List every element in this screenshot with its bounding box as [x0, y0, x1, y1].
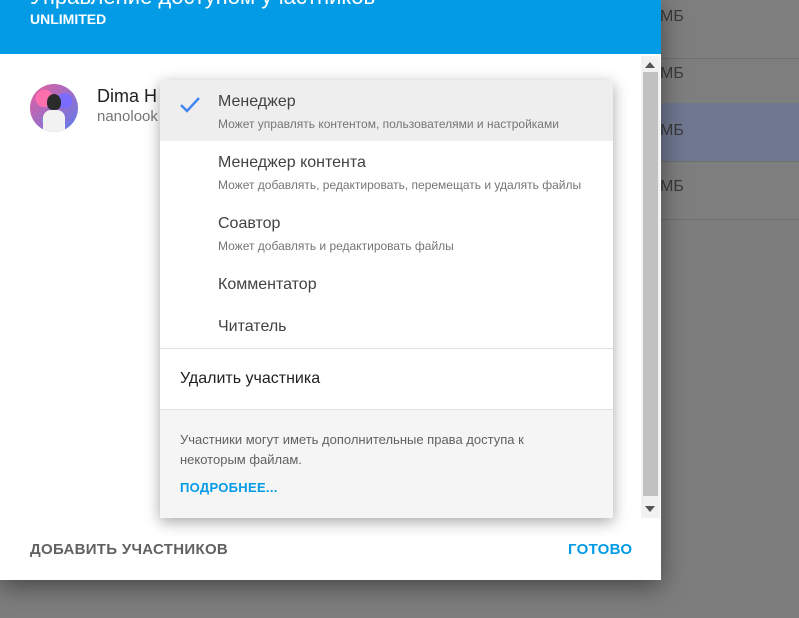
role-option-viewer[interactable]: Читатель: [160, 305, 613, 348]
remove-member-button[interactable]: Удалить участника: [160, 349, 613, 409]
avatar: [30, 84, 78, 132]
role-option-description: Может добавлять, редактировать, перемеща…: [218, 178, 582, 192]
role-option-label: Комментатор: [218, 276, 317, 293]
remove-member-label: Удалить участника: [180, 370, 321, 387]
info-text: Участники могут иметь дополнительные пра…: [180, 432, 524, 467]
dialog-subtitle: UNLIMITED: [30, 11, 107, 27]
check-icon: [180, 97, 200, 113]
background-file-size: МБ: [660, 8, 684, 25]
role-option-description: Может управлять контентом, пользователям…: [218, 117, 559, 131]
dialog-header: Управление доступом участников UNLIMITED: [0, 0, 661, 54]
role-option-label: Читатель: [218, 318, 287, 335]
role-option-label: Менеджер контента: [218, 154, 366, 171]
scroll-down-arrow-icon[interactable]: [645, 506, 655, 512]
done-button[interactable]: ГОТОВО: [568, 541, 632, 558]
role-option-description: Может добавлять и редактировать файлы: [218, 239, 454, 253]
scrollbar[interactable]: [641, 56, 660, 518]
role-option-manager[interactable]: Менеджер Может управлять контентом, поль…: [160, 80, 613, 141]
info-panel: Участники могут иметь дополнительные пра…: [160, 410, 613, 518]
scroll-thumb[interactable]: [643, 72, 658, 496]
dialog-title: Управление доступом участников: [30, 0, 375, 10]
role-option-label: Менеджер: [218, 93, 296, 110]
member-email: nanolook: [97, 108, 158, 125]
role-option-content-manager[interactable]: Менеджер контента Может добавлять, редак…: [160, 141, 613, 202]
learn-more-link[interactable]: ПОДРОБНЕЕ...: [180, 480, 278, 495]
background-file-size: МБ: [660, 65, 684, 82]
role-menu: Менеджер Может управлять контентом, поль…: [160, 80, 613, 518]
background-file-size: МБ: [660, 178, 684, 195]
member-name: Dima H: [97, 86, 158, 106]
role-option-commenter[interactable]: Комментатор: [160, 263, 613, 305]
role-option-contributor[interactable]: Соавтор Может добавлять и редактировать …: [160, 202, 613, 263]
add-members-button[interactable]: ДОБАВИТЬ УЧАСТНИКОВ: [30, 541, 228, 558]
role-option-label: Соавтор: [218, 215, 281, 232]
background-file-size: МБ: [660, 122, 684, 139]
scroll-up-arrow-icon[interactable]: [645, 62, 655, 68]
